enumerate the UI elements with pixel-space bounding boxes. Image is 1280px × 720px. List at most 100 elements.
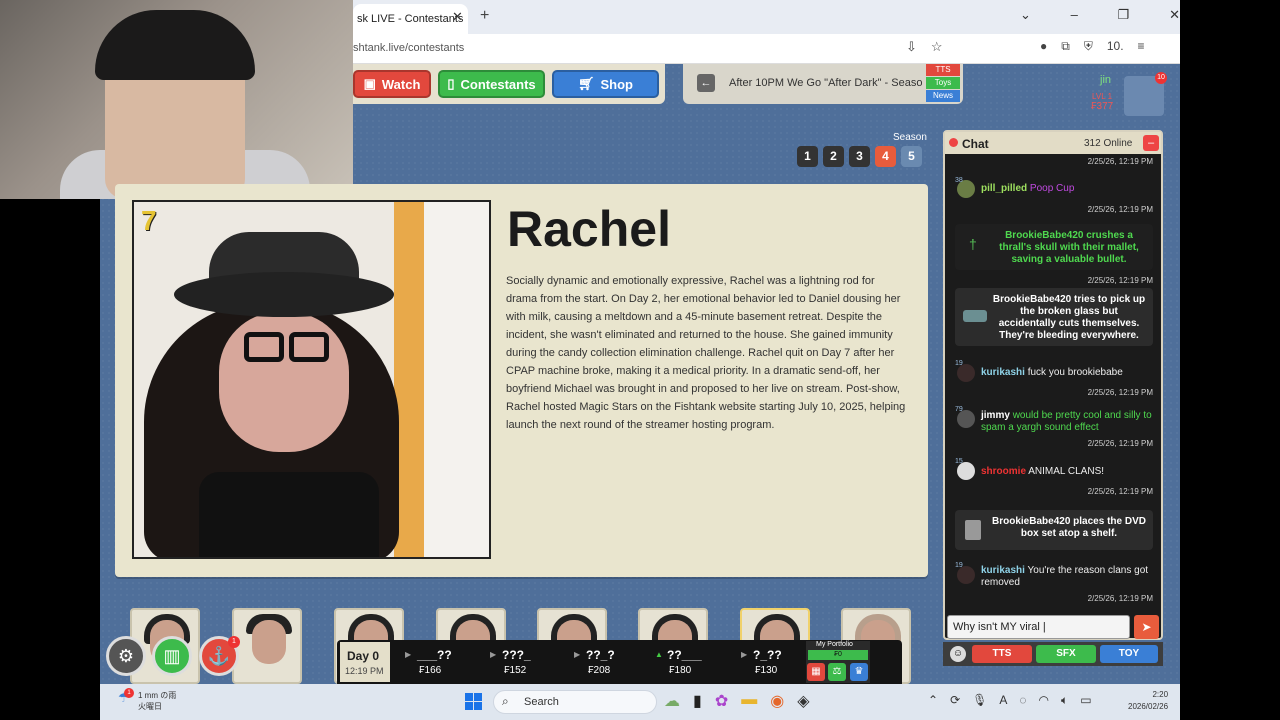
episode-title[interactable]: After 10PM We Go "After Dark" - Seaso... (729, 77, 922, 89)
contestant-name: Rachel (507, 201, 671, 257)
mallet-icon: † (969, 236, 977, 252)
shop-button[interactable]: 🛒︎ Shop (552, 70, 659, 98)
chat-username[interactable]: shroomie (981, 466, 1026, 477)
close-window-icon[interactable]: ✕ (1169, 7, 1180, 23)
install-icon[interactable]: ⇩ (906, 39, 917, 55)
chat-username[interactable]: jimmy (981, 410, 1010, 421)
contestants-round-button[interactable]: ▥ (152, 636, 192, 676)
episode-tags: TTS Toys News (926, 64, 960, 103)
stock-name: ??_? (586, 648, 615, 662)
restore-icon[interactable]: ❐ (1118, 7, 1130, 23)
app-icon[interactable]: ◈ (797, 691, 809, 711)
chat-username[interactable]: kurikashi (981, 565, 1025, 576)
notification-badge: 1 (228, 636, 240, 648)
taskbar-search[interactable]: Search (493, 690, 657, 714)
down-arrow-icon: ▶ (574, 650, 581, 659)
stock-item[interactable]: ▶ ???_ ₣152 (490, 648, 560, 676)
portfolio-value: ₣0 (808, 650, 868, 660)
watch-button[interactable]: ▣ Watch (353, 70, 431, 98)
browser-tab[interactable]: sk LIVE - Contestants (353, 4, 468, 34)
puzzle-icon[interactable]: ⧉ (1061, 39, 1070, 54)
weather-line-1: 1 mm の雨 (138, 691, 177, 700)
chart-icon[interactable]: ▦ (807, 663, 825, 681)
weather-widget[interactable]: 1 mm の雨 火曜日 (138, 690, 176, 712)
chat-level: 15 (955, 458, 963, 465)
chat-message: pill_pilled Poop Cup (955, 183, 1153, 195)
url-text[interactable]: shtank.live/contestants (353, 42, 464, 54)
stock-value: ₣208 (588, 665, 611, 676)
stock-value: ₣180 (669, 665, 692, 676)
chat-timestamp: 2/25/26, 12:19 PM (1087, 276, 1153, 285)
photo-glasses-left (244, 332, 284, 362)
network-status-icon[interactable]: ◌ (1019, 693, 1026, 708)
new-tab-icon[interactable]: + (480, 7, 489, 25)
chat-username[interactable]: kurikashi (981, 367, 1025, 378)
toy-button[interactable]: TOY (1100, 645, 1158, 663)
season-3-button[interactable]: 3 (849, 146, 870, 167)
day-label: Day 0 (347, 649, 380, 663)
extension-text-icon[interactable]: 10. (1107, 39, 1124, 54)
wifi-icon[interactable]: ◠ (1039, 693, 1049, 708)
volume-icon[interactable]: 🔈︎ (1061, 693, 1068, 708)
stock-value: ₣152 (504, 665, 527, 676)
chat-timestamp: 2/25/26, 12:19 PM (1087, 487, 1153, 496)
tag-toys[interactable]: Toys (926, 77, 960, 89)
webcam-overlay (0, 0, 353, 199)
stock-item[interactable]: ▶ ___?? ₣166 (405, 648, 475, 676)
chat-username[interactable]: pill_pilled (981, 183, 1027, 194)
file-explorer-icon[interactable]: ▬ (741, 691, 757, 711)
season-1-button[interactable]: 1 (797, 146, 818, 167)
microphone-icon[interactable]: 🎙︎ (972, 693, 987, 708)
contestants-button[interactable]: ▯ Contestants (438, 70, 545, 98)
stock-item[interactable]: ▲ ??___ ₣180 (655, 648, 725, 676)
system-clock[interactable]: 2:20 2026/02/26 (1128, 689, 1168, 713)
extensions: ● ⧉ ⛨ 10. ≡ (1040, 39, 1145, 54)
season-2-button[interactable]: 2 (823, 146, 844, 167)
tts-button[interactable]: TTS (972, 645, 1032, 663)
chat-text: ANIMAL CLANS! (1028, 466, 1105, 477)
windows-start-icon[interactable] (465, 693, 482, 710)
settings-gear-icon[interactable]: ⚙ (106, 636, 146, 676)
terminal-icon[interactable]: ▮ (693, 691, 702, 711)
firefox-icon[interactable]: ◉ (770, 691, 784, 711)
sfx-button[interactable]: SFX (1036, 645, 1096, 663)
tab-list-icon[interactable]: ⌄ (1020, 7, 1031, 23)
chat-minimize-icon[interactable]: – (1143, 135, 1159, 151)
online-count: 312 Online (1084, 138, 1133, 149)
close-tab-icon[interactable]: ✕ (452, 9, 463, 25)
tag-news[interactable]: News (926, 90, 960, 102)
stock-value: ₣130 (755, 665, 778, 676)
bookmark-star-icon[interactable]: ☆ (931, 39, 943, 55)
weather-badge: 1 (124, 688, 134, 698)
emoji-icon[interactable]: ☺ (950, 646, 966, 662)
trophy-icon[interactable]: ♛ (850, 663, 868, 681)
contestant-bio: Socially dynamic and emotionally express… (506, 275, 906, 431)
battery-icon[interactable]: ▭ (1080, 693, 1091, 708)
refresh-icon[interactable]: ⟳ (950, 693, 960, 708)
widgets-icon[interactable]: ☁ (664, 691, 680, 711)
copilot-icon[interactable]: ✿ (715, 691, 728, 711)
season-5-button[interactable]: 5 (901, 146, 922, 167)
contestant-thumb[interactable] (232, 608, 302, 684)
stock-item[interactable]: ▶ ??_? ₣208 (574, 648, 644, 676)
ime-icon[interactable]: A (999, 693, 1007, 708)
up-arrow-icon: ▲ (655, 650, 663, 659)
glass-icon (963, 310, 987, 322)
live-dot-icon (949, 138, 958, 147)
taskbar-apps: ☁ ▮ ✿ ▬ ◉ ◈ (664, 691, 810, 711)
scales-icon[interactable]: ⚖ (828, 663, 846, 681)
menu-icon[interactable]: ≡ (1138, 39, 1145, 54)
shield-extension-icon[interactable]: ⛨ (1084, 39, 1093, 54)
tag-tts[interactable]: TTS (926, 64, 960, 76)
weather-line-2: 火曜日 (138, 702, 162, 711)
extension-j-icon[interactable]: ● (1040, 39, 1047, 54)
username[interactable]: jin (1100, 74, 1111, 86)
chat-input[interactable]: Why isn't MY viral | (947, 615, 1130, 639)
chevron-up-icon[interactable]: ⌃ (928, 693, 938, 708)
back-arrow-icon[interactable]: ← (697, 74, 715, 92)
minimize-icon[interactable]: – (1071, 7, 1078, 23)
season-4-button[interactable]: 4 (875, 146, 896, 167)
send-icon[interactable]: ➤ (1134, 615, 1159, 639)
stock-item[interactable]: ▶ ?_?? ₣130 (741, 648, 811, 676)
clock-time: 2:20 (1152, 690, 1169, 699)
